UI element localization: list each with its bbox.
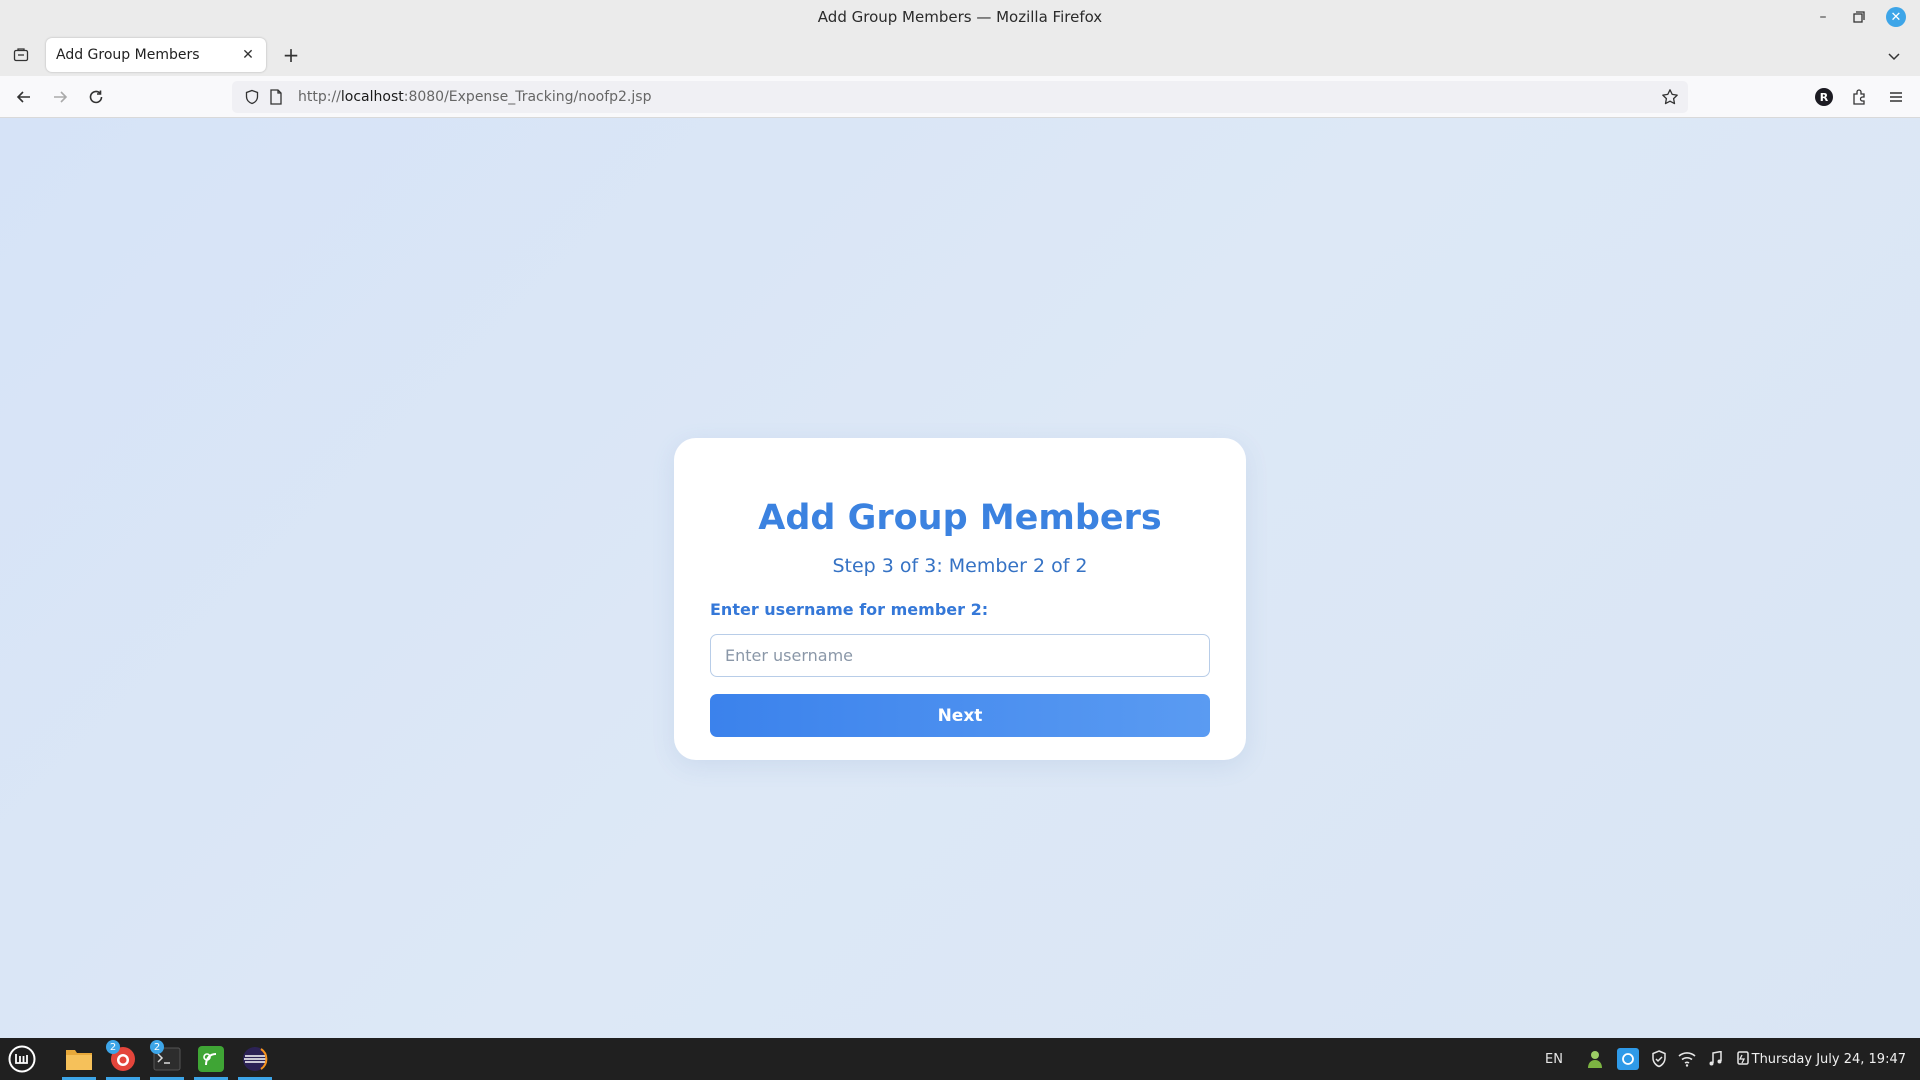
app-green-icon[interactable] bbox=[194, 1042, 228, 1080]
account-avatar[interactable]: R bbox=[1812, 85, 1836, 109]
taskbar: 2 2 EN Thursday July 24, 19:47 bbox=[0, 1038, 1920, 1080]
avatar-initial: R bbox=[1815, 88, 1833, 106]
close-tab-icon[interactable]: ✕ bbox=[238, 45, 258, 65]
step-indicator: Step 3 of 3: Member 2 of 2 bbox=[832, 555, 1088, 577]
window-controls: – ✕ bbox=[1814, 0, 1906, 34]
tab-add-group-members[interactable]: Add Group Members ✕ bbox=[46, 38, 266, 72]
eclipse-icon[interactable] bbox=[238, 1042, 272, 1080]
url-text: http://localhost:8080/Expense_Tracking/n… bbox=[298, 89, 651, 105]
next-button[interactable]: Next bbox=[710, 694, 1210, 737]
shield-tray-icon[interactable] bbox=[1649, 1049, 1669, 1069]
tab-strip: Add Group Members ✕ + bbox=[0, 34, 1920, 76]
files-icon[interactable] bbox=[62, 1042, 96, 1080]
firefox-badge: 2 bbox=[106, 1040, 120, 1054]
music-note-icon[interactable] bbox=[1705, 1049, 1725, 1069]
username-label: Enter username for member 2: bbox=[710, 600, 989, 619]
window-title: Add Group Members — Mozilla Firefox bbox=[817, 8, 1103, 26]
shield-icon[interactable] bbox=[242, 87, 262, 107]
restore-icon[interactable] bbox=[1850, 8, 1868, 26]
close-window-icon[interactable]: ✕ bbox=[1886, 7, 1906, 27]
forward-icon[interactable] bbox=[48, 85, 72, 109]
terminal-icon[interactable]: 2 bbox=[150, 1040, 184, 1080]
minimize-icon[interactable]: – bbox=[1814, 8, 1832, 26]
tab-list-icon[interactable] bbox=[10, 44, 32, 66]
url-bar[interactable]: http://localhost:8080/Expense_Tracking/n… bbox=[232, 81, 1688, 113]
wifi-icon[interactable] bbox=[1677, 1049, 1697, 1069]
reload-icon[interactable] bbox=[84, 85, 108, 109]
firefox-icon[interactable]: 2 bbox=[106, 1040, 140, 1080]
page-heading: Add Group Members bbox=[758, 498, 1162, 538]
url-prefix: http:// bbox=[298, 89, 341, 105]
system-tray: EN bbox=[1545, 1038, 1753, 1080]
terminal-badge: 2 bbox=[150, 1040, 164, 1054]
mint-menu-icon[interactable] bbox=[5, 1042, 39, 1076]
url-rest: :8080/Expense_Tracking/noofp2.jsp bbox=[403, 89, 652, 105]
add-members-card: Add Group Members Step 3 of 3: Member 2 … bbox=[674, 438, 1246, 760]
page-content: Add Group Members Step 3 of 3: Member 2 … bbox=[0, 118, 1920, 1038]
url-host: localhost bbox=[340, 89, 404, 105]
sync-app-icon[interactable] bbox=[1616, 1048, 1639, 1070]
window-titlebar: Add Group Members — Mozilla Firefox – ✕ bbox=[0, 0, 1920, 34]
tab-title: Add Group Members bbox=[56, 47, 200, 63]
navigation-toolbar: http://localhost:8080/Expense_Tracking/n… bbox=[0, 76, 1920, 118]
page-info-icon[interactable] bbox=[266, 87, 286, 107]
keyboard-layout-indicator[interactable]: EN bbox=[1545, 1052, 1563, 1067]
back-icon[interactable] bbox=[12, 85, 36, 109]
username-input[interactable] bbox=[710, 634, 1210, 677]
extensions-icon[interactable] bbox=[1848, 85, 1872, 109]
clock[interactable]: Thursday July 24, 19:47 bbox=[1752, 1038, 1906, 1080]
power-plug-icon[interactable] bbox=[1733, 1049, 1753, 1069]
update-manager-icon[interactable] bbox=[1585, 1049, 1605, 1069]
new-tab-icon[interactable]: + bbox=[280, 43, 302, 67]
chevron-down-icon[interactable] bbox=[1884, 46, 1904, 66]
bookmark-star-icon[interactable] bbox=[1660, 87, 1680, 107]
menu-icon[interactable] bbox=[1884, 85, 1908, 109]
